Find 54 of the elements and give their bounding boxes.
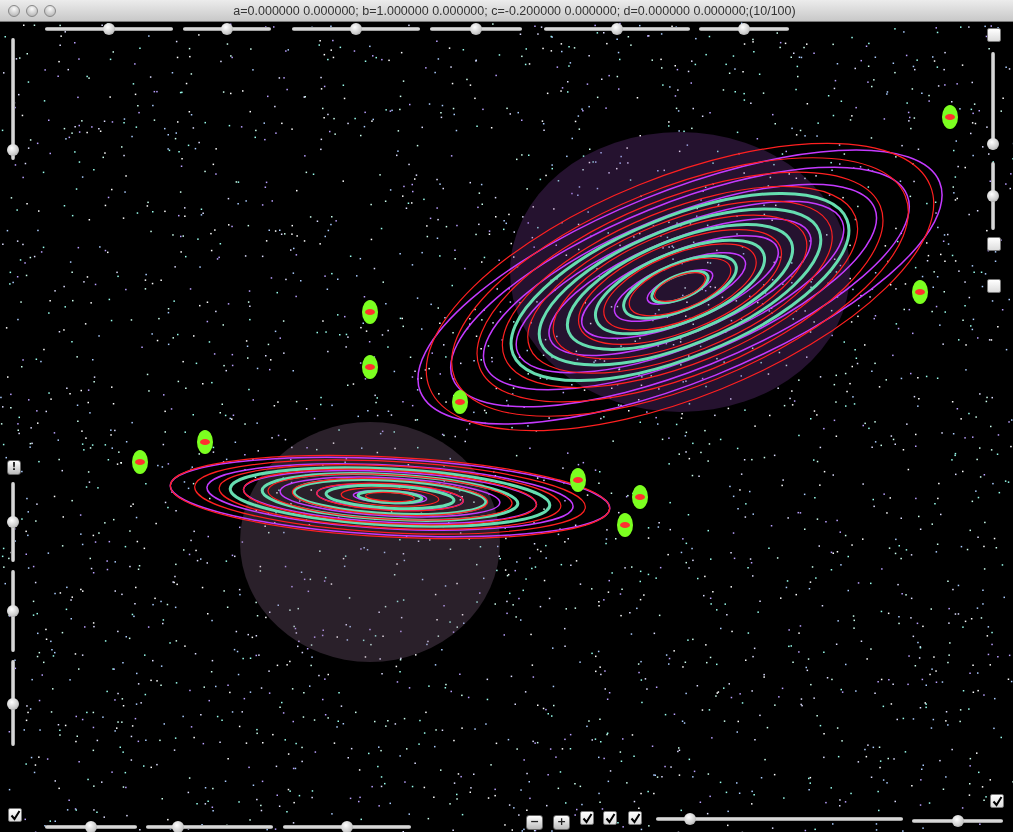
slider-thumb[interactable] bbox=[350, 23, 362, 35]
slider[interactable] bbox=[283, 821, 411, 832]
slider-thumb[interactable] bbox=[951, 815, 964, 827]
slider-thumb[interactable] bbox=[172, 821, 185, 832]
slider[interactable] bbox=[912, 815, 1003, 827]
slider-thumb[interactable] bbox=[611, 23, 623, 35]
push-button[interactable]: − bbox=[526, 814, 544, 830]
slider[interactable] bbox=[146, 821, 273, 832]
push-button[interactable]: ! bbox=[7, 459, 21, 475]
checkmark-icon bbox=[991, 795, 1003, 807]
slider[interactable] bbox=[183, 23, 271, 35]
checkbox[interactable] bbox=[580, 811, 594, 825]
slider-thumb[interactable] bbox=[7, 698, 19, 711]
checkbox[interactable] bbox=[628, 811, 642, 825]
checkmark-icon bbox=[629, 812, 641, 824]
slider[interactable] bbox=[7, 660, 19, 746]
checkbox[interactable] bbox=[8, 808, 22, 822]
slider[interactable] bbox=[7, 482, 19, 562]
close-button[interactable] bbox=[8, 4, 20, 17]
checkmark-icon bbox=[581, 812, 593, 824]
slider[interactable] bbox=[544, 23, 690, 35]
slider[interactable] bbox=[987, 162, 999, 230]
slider[interactable] bbox=[430, 23, 522, 35]
checkbox[interactable] bbox=[990, 794, 1004, 808]
checkmark-icon bbox=[604, 812, 616, 824]
slider[interactable] bbox=[7, 570, 19, 652]
slider-thumb[interactable] bbox=[684, 813, 697, 825]
checkbox[interactable] bbox=[987, 28, 1001, 42]
push-button[interactable]: + bbox=[553, 814, 571, 830]
slider-thumb[interactable] bbox=[738, 23, 750, 35]
checkbox[interactable] bbox=[987, 237, 1001, 251]
slider-thumb[interactable] bbox=[470, 23, 482, 35]
slider-thumb[interactable] bbox=[987, 190, 999, 202]
slider[interactable] bbox=[656, 813, 903, 825]
slider-thumb[interactable] bbox=[987, 138, 999, 150]
zoom-button[interactable] bbox=[44, 4, 56, 17]
slider-thumb[interactable] bbox=[103, 23, 115, 35]
slider-thumb[interactable] bbox=[7, 516, 19, 528]
slider-thumb[interactable] bbox=[85, 821, 97, 832]
slider[interactable] bbox=[292, 23, 420, 35]
slider[interactable] bbox=[45, 821, 137, 832]
slider-thumb[interactable] bbox=[221, 23, 233, 35]
slider[interactable] bbox=[699, 23, 789, 35]
checkbox[interactable] bbox=[603, 811, 617, 825]
slider[interactable] bbox=[45, 23, 173, 35]
slider[interactable] bbox=[7, 38, 19, 160]
checkmark-icon bbox=[9, 809, 21, 821]
window-title: a=0.000000 0.000000; b=1.000000 0.000000; c=-0.200000 0.000000; d=0.000000 0.000000;(10/100) bbox=[232, 3, 797, 18]
slider-thumb[interactable] bbox=[341, 821, 353, 832]
slider[interactable] bbox=[987, 52, 999, 150]
slider-thumb[interactable] bbox=[7, 605, 19, 617]
checkbox[interactable] bbox=[987, 279, 1001, 293]
minimize-button[interactable] bbox=[26, 4, 38, 17]
slider-thumb[interactable] bbox=[7, 143, 19, 156]
